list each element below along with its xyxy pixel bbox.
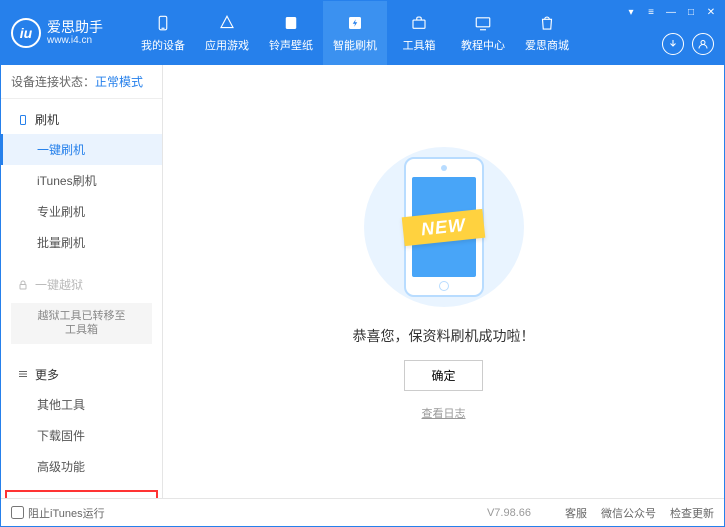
minimize-icon[interactable]: —: [664, 5, 678, 19]
sidebar-head-label: 一键越狱: [35, 276, 83, 293]
sidebar-head-jailbreak: 一键越狱: [1, 270, 162, 299]
sidebar-item-itunes[interactable]: iTunes刷机: [1, 165, 162, 196]
nav-label: 我的设备: [141, 37, 185, 53]
sidebar-item-pro[interactable]: 专业刷机: [1, 196, 162, 227]
toolbox-icon: [409, 13, 429, 33]
status-label: 设备连接状态：: [11, 75, 95, 89]
nav-label: 工具箱: [403, 37, 436, 53]
logo-icon: iu: [11, 18, 41, 48]
sidebar-head-label: 更多: [35, 366, 59, 383]
ringtone-icon: [281, 13, 301, 33]
block-itunes-checkbox[interactable]: 阻止iTunes运行: [11, 505, 105, 521]
success-illustration: NEW: [354, 142, 534, 312]
phone-icon: [17, 114, 29, 126]
main-content: NEW 恭喜您，保资料刷机成功啦！ 确定 查看日志: [163, 65, 724, 498]
maximize-icon[interactable]: □: [684, 5, 698, 19]
sidebar: 设备连接状态：正常模式 刷机 一键刷机 iTunes刷机 专业刷机 批量刷机 一…: [1, 65, 163, 498]
nav-smart-flash[interactable]: 智能刷机: [323, 1, 387, 65]
user-button[interactable]: [692, 33, 714, 55]
settings-icon[interactable]: ≡: [644, 5, 658, 19]
footer: 阻止iTunes运行 V7.98.66 客服 微信公众号 检查更新: [1, 498, 724, 526]
window-controls: ▾ ≡ — □ ✕: [624, 5, 718, 19]
nav-store[interactable]: 爱思商城: [515, 1, 579, 65]
sidebar-item-other[interactable]: 其他工具: [1, 389, 162, 420]
top-nav: 我的设备 应用游戏 铃声壁纸 智能刷机 工具箱 教程中心: [131, 1, 579, 65]
footer-link-update[interactable]: 检查更新: [670, 505, 714, 521]
flash-icon: [345, 13, 365, 33]
store-icon: [537, 13, 557, 33]
nav-label: 铃声壁纸: [269, 37, 313, 53]
option-highlight-box: 自动激活 跳过向导: [5, 490, 158, 498]
nav-label: 爱思商城: [525, 37, 569, 53]
nav-my-device[interactable]: 我的设备: [131, 1, 195, 65]
sidebar-item-batch[interactable]: 批量刷机: [1, 227, 162, 258]
nav-ringtone[interactable]: 铃声壁纸: [259, 1, 323, 65]
ok-button[interactable]: 确定: [404, 360, 482, 391]
list-icon: [17, 368, 29, 380]
nav-label: 应用游戏: [205, 37, 249, 53]
device-icon: [153, 13, 173, 33]
app-url: www.i4.cn: [47, 35, 103, 46]
sidebar-head-label: 刷机: [35, 111, 59, 128]
apps-icon: [217, 13, 237, 33]
version-text: V7.98.66: [487, 507, 531, 519]
logo: iu 爱思助手 www.i4.cn: [1, 18, 113, 48]
success-message: 恭喜您，保资料刷机成功啦！: [353, 326, 535, 346]
nav-label: 教程中心: [461, 37, 505, 53]
nav-tutorial[interactable]: 教程中心: [451, 1, 515, 65]
app-name: 爱思助手: [47, 20, 103, 35]
sidebar-head-more[interactable]: 更多: [1, 360, 162, 389]
sidebar-item-advanced[interactable]: 高级功能: [1, 451, 162, 482]
status-value: 正常模式: [95, 75, 143, 89]
menu-icon[interactable]: ▾: [624, 5, 638, 19]
footer-link-wechat[interactable]: 微信公众号: [601, 505, 656, 521]
nav-label: 智能刷机: [333, 37, 377, 53]
view-log-link[interactable]: 查看日志: [422, 405, 466, 421]
sidebar-item-oneclick[interactable]: 一键刷机: [1, 134, 162, 165]
nav-toolbox[interactable]: 工具箱: [387, 1, 451, 65]
sidebar-head-flash[interactable]: 刷机: [1, 105, 162, 134]
nav-apps[interactable]: 应用游戏: [195, 1, 259, 65]
footer-link-support[interactable]: 客服: [565, 505, 587, 521]
lock-icon: [17, 279, 29, 291]
app-header: iu 爱思助手 www.i4.cn 我的设备 应用游戏 铃声壁纸 智能刷机: [1, 1, 724, 65]
sidebar-item-download[interactable]: 下载固件: [1, 420, 162, 451]
connection-status: 设备连接状态：正常模式: [1, 65, 162, 99]
checkbox-label: 阻止iTunes运行: [28, 505, 105, 521]
sidebar-jailbreak-note[interactable]: 越狱工具已转移至 工具箱: [11, 303, 152, 344]
close-icon[interactable]: ✕: [704, 5, 718, 19]
tutorial-icon: [473, 13, 493, 33]
download-button[interactable]: [662, 33, 684, 55]
